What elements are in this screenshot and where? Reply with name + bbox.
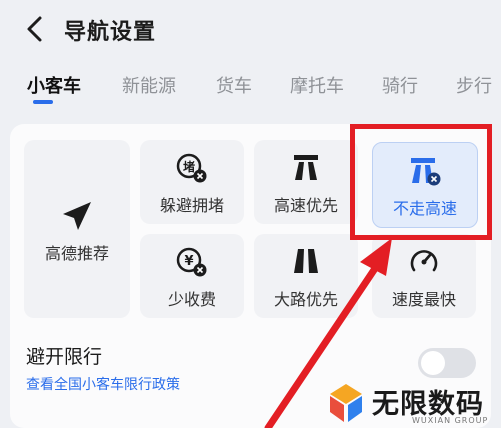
highlight-box [350,124,492,240]
svg-text:堵: 堵 [183,159,195,174]
restriction-policy-link[interactable]: 查看全国小客车限行政策 [26,374,180,394]
main-road-icon [294,249,318,273]
back-arrow-icon[interactable] [22,14,48,44]
option-label: 躲避拥堵 [159,196,224,215]
tab-walking[interactable]: 步行 [456,72,492,98]
option-label: 少收费 [167,290,216,309]
avoid-restriction-label: 避开限行 [26,346,103,368]
option-recommended[interactable]: 高德推荐 [24,140,130,318]
svg-text:¥: ¥ [184,254,193,269]
watermark-logo-icon [330,384,362,422]
tab-car[interactable]: 小客车 [27,72,81,98]
header: 导航设置 [0,0,501,58]
option-label: 大路优先 [273,290,338,309]
send-arrow-icon [63,202,91,230]
tab-new-energy[interactable]: 新能源 [122,72,176,98]
speedometer-icon [410,250,438,272]
tab-truck[interactable]: 货车 [216,72,252,98]
highway-icon [294,155,318,180]
option-fastest[interactable]: 速度最快 [372,234,476,318]
option-main-road-first[interactable]: 大路优先 [254,234,358,318]
yuan-no-fee-icon: ¥ [176,247,207,277]
option-label: 高速优先 [273,196,338,215]
active-tab-indicator [33,100,53,104]
option-avoid-congestion[interactable]: 堵 躲避拥堵 [140,140,244,224]
tab-cycling[interactable]: 骑行 [382,72,418,98]
watermark: 无限数码 WUXIAN GROUP [326,382,496,428]
option-label: 速度最快 [391,290,456,309]
avoid-restriction-toggle[interactable] [418,348,476,378]
option-highway-first[interactable]: 高速优先 [254,140,358,224]
option-less-fee[interactable]: ¥ 少收费 [140,234,244,318]
page-title: 导航设置 [64,20,157,45]
congestion-avoid-icon: 堵 [176,153,207,183]
vehicle-tabs: 小客车 新能源 货车 摩托车 骑行 步行 [0,62,501,108]
tab-motorcycle[interactable]: 摩托车 [290,72,344,98]
watermark-subtext: WUXIAN GROUP [412,416,489,425]
option-label: 高德推荐 [44,244,109,263]
toggle-knob [421,351,445,375]
